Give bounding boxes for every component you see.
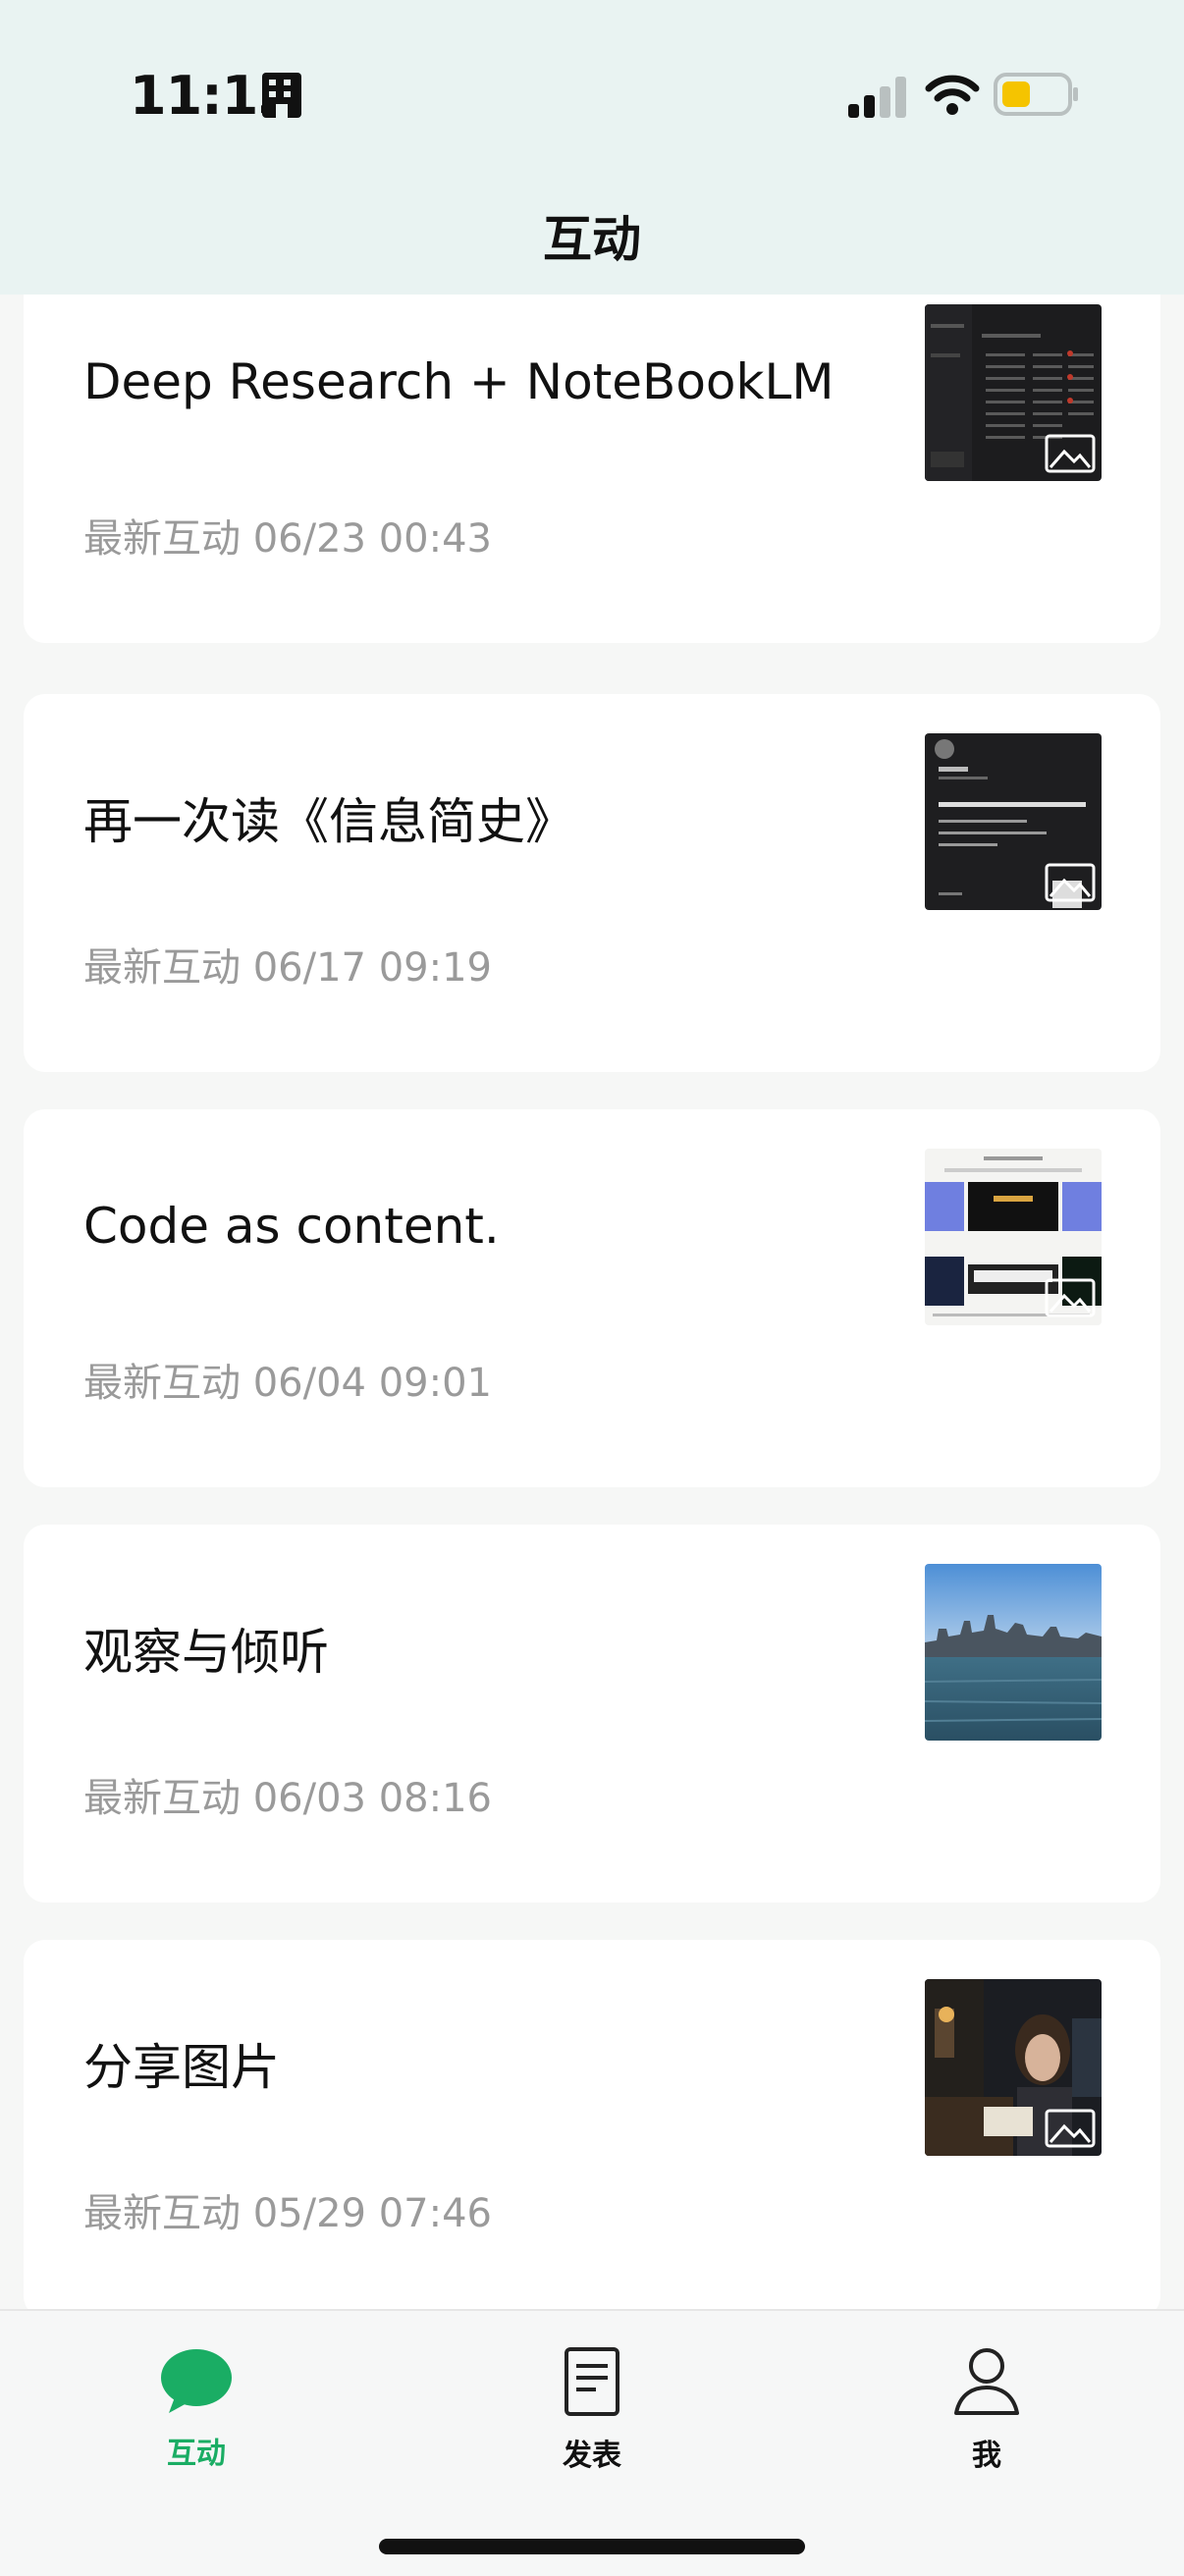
image-icon <box>1045 434 1096 473</box>
post-title: 再一次读《信息简史》 <box>83 793 574 850</box>
post-card[interactable]: 再一次读《信息简史》 最新互动 06/17 09:19 <box>24 694 1160 1072</box>
page-title: 互动 <box>543 211 641 268</box>
tab-interactions[interactable]: 互动 <box>98 2346 295 2472</box>
post-card[interactable]: 分享图片 最新互动 05/29 07:46 <box>24 1940 1160 2318</box>
post-last-interaction: 最新互动 05/29 07:46 <box>83 2191 492 2236</box>
image-icon <box>1045 863 1096 902</box>
tab-label: 发表 <box>563 2439 621 2473</box>
post-title: 观察与倾听 <box>83 1624 329 1681</box>
battery-low-icon <box>994 73 1080 120</box>
tab-label: 互动 <box>167 2437 226 2471</box>
post-card[interactable]: Code as content. 最新互动 06/04 09:01 <box>24 1109 1160 1487</box>
tab-publish[interactable]: 发表 <box>494 2346 690 2474</box>
building-icon <box>260 71 303 124</box>
bottom-tab-bar: 互动 发表 我 <box>0 2309 1184 2576</box>
post-card[interactable]: 观察与倾听 最新互动 06/03 08:16 <box>24 1525 1160 1903</box>
post-thumbnail[interactable] <box>925 1564 1102 1741</box>
post-card[interactable]: Deep Research + NoteBookLM 最新互动 06/23 00… <box>24 265 1160 643</box>
cellular-signal-icon <box>848 77 907 122</box>
post-last-interaction: 最新互动 06/23 00:43 <box>83 516 492 562</box>
post-title: Deep Research + NoteBookLM <box>83 353 834 410</box>
post-thumbnail[interactable] <box>925 304 1102 481</box>
document-icon <box>563 2347 621 2421</box>
home-indicator[interactable] <box>379 2539 805 2554</box>
post-last-interaction: 最新互动 06/03 08:16 <box>83 1776 492 1821</box>
post-thumbnail[interactable] <box>925 733 1102 910</box>
image-icon <box>1045 2109 1096 2148</box>
chat-bubble-icon <box>159 2349 234 2419</box>
image-icon <box>1045 1278 1096 1317</box>
tab-label: 我 <box>972 2439 1001 2473</box>
post-title: 分享图片 <box>83 2039 280 2096</box>
post-thumbnail[interactable] <box>925 1979 1102 2156</box>
top-bar: 11:13 互动 <box>0 0 1184 295</box>
tab-me[interactable]: 我 <box>888 2346 1085 2474</box>
post-last-interaction: 最新互动 06/17 09:19 <box>83 945 492 991</box>
post-thumbnail[interactable] <box>925 1149 1102 1325</box>
wifi-icon <box>925 73 980 120</box>
post-last-interaction: 最新互动 06/04 09:01 <box>83 1361 492 1406</box>
person-icon <box>952 2348 1021 2421</box>
post-title: Code as content. <box>83 1198 500 1255</box>
